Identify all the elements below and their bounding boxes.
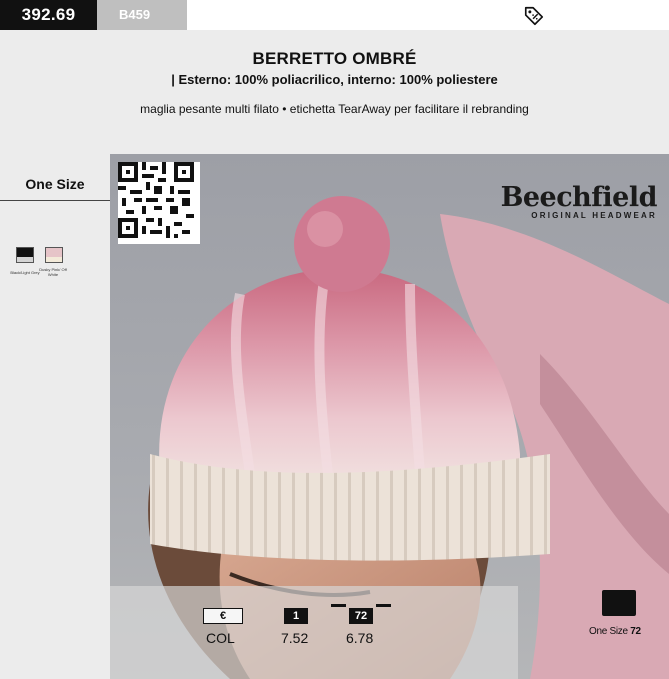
price-tier-1: 7.52 xyxy=(281,630,309,646)
price-table: € COL 1 7.52 72 6.78 xyxy=(110,586,518,679)
currency-label: € xyxy=(203,608,243,624)
packaging-label: One Size 72 xyxy=(589,626,641,637)
carton-icon xyxy=(602,590,636,616)
brand-name: Beechfield xyxy=(500,182,658,213)
color-swatch-label: Dusky Pink/ Off White xyxy=(39,267,67,277)
color-swatch-dusky-pink-off-white[interactable] xyxy=(45,247,63,263)
qty-tier-2: 72 xyxy=(349,608,373,624)
options-panel: One Size Black/Light Grey Dusky Pink/ Of… xyxy=(0,154,110,679)
qr-code[interactable] xyxy=(118,162,200,244)
brand-logo: Beechfield ORIGINAL HEADWEAR xyxy=(500,182,658,221)
packaging-size: One Size xyxy=(589,626,628,637)
product-description: maglia pesante multi filato • etichetta … xyxy=(140,102,529,116)
col-label: COL xyxy=(206,630,235,646)
product-header: BERRETTO OMBRÉ | Esterno: 100% poliacril… xyxy=(0,30,669,154)
color-swatch-black-light-grey[interactable] xyxy=(16,247,34,263)
size-label: One Size xyxy=(25,176,85,192)
tier-bracket-left xyxy=(331,604,346,607)
tier-bracket-right xyxy=(376,604,391,607)
price-tier-2: 6.78 xyxy=(346,630,374,646)
qr-code-icon xyxy=(118,162,194,238)
product-title: BERRETTO OMBRÉ xyxy=(252,49,417,68)
qty-tier-1: 1 xyxy=(284,608,308,624)
top-bar: 392.69 B459 xyxy=(0,0,669,30)
product-sku: B459 xyxy=(97,0,187,30)
divider xyxy=(0,200,110,201)
product-material: | Esterno: 100% poliacrilico, interno: 1… xyxy=(171,72,498,87)
price-tag-icon xyxy=(524,6,544,26)
page-code: 392.69 xyxy=(0,0,97,30)
packaging-qty: 72 xyxy=(630,626,641,637)
